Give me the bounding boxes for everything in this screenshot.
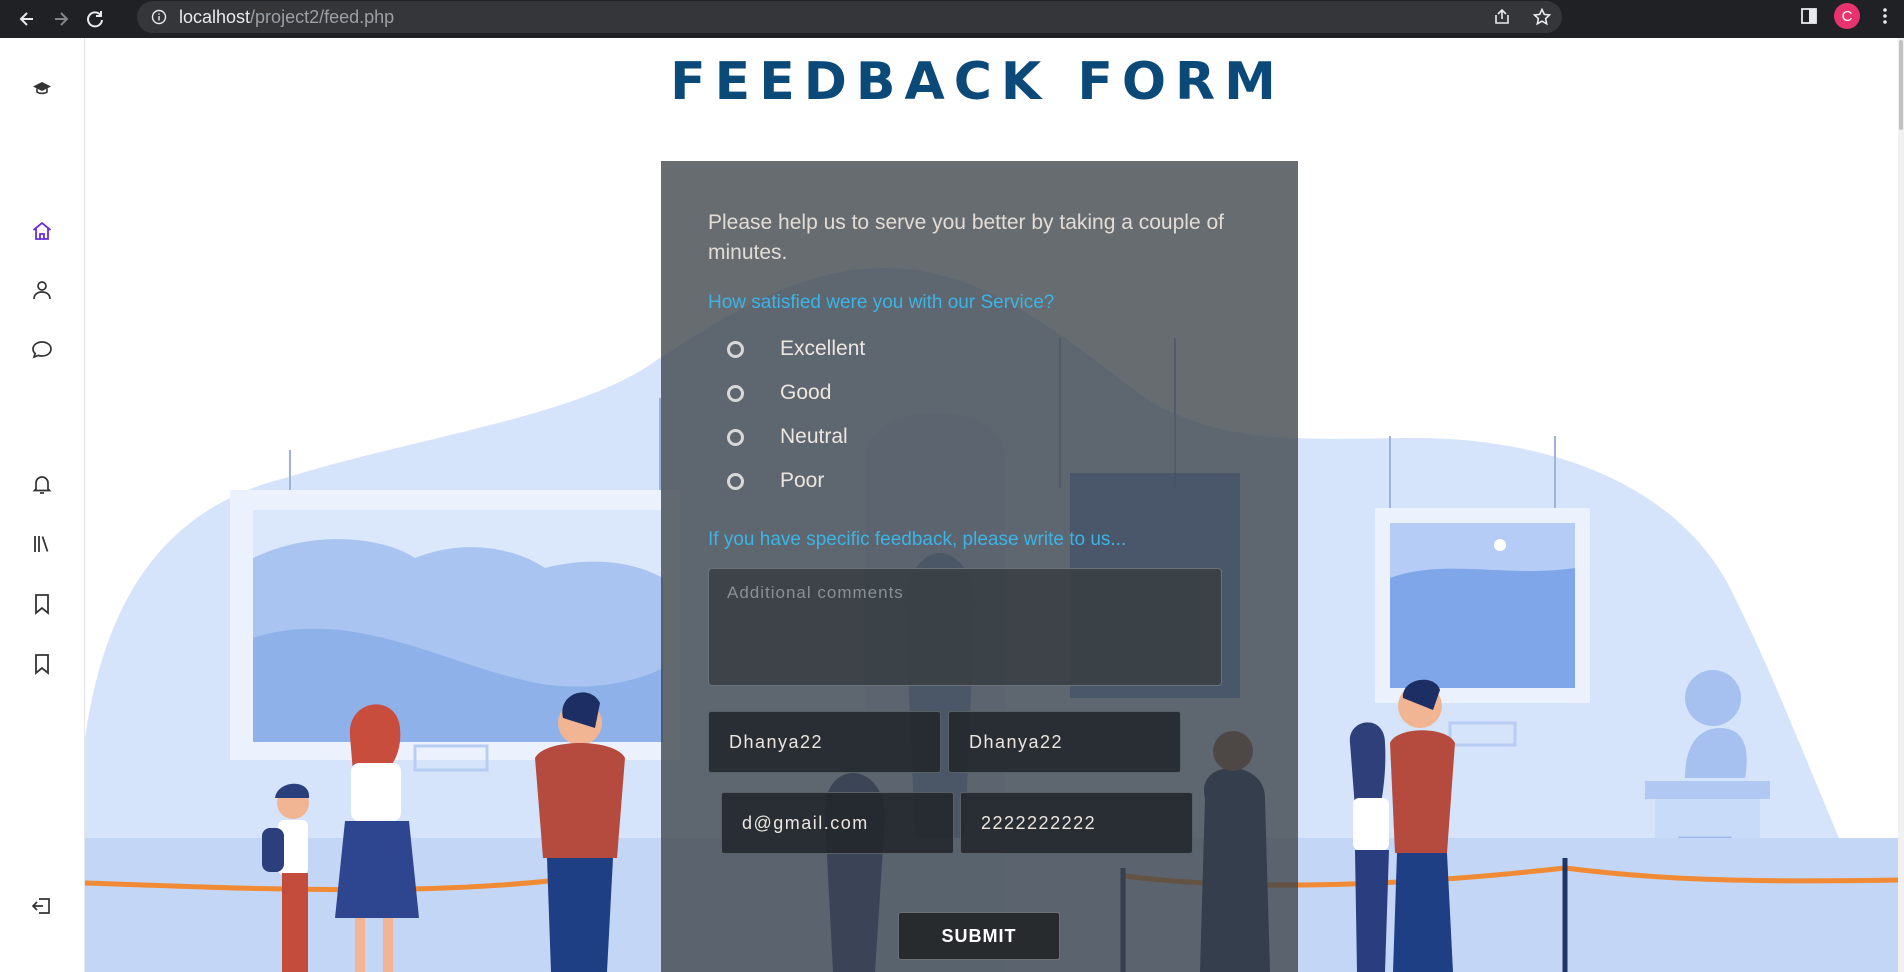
share-icon[interactable]	[1492, 7, 1512, 27]
arrow-right-icon	[55, 12, 69, 26]
home-icon	[32, 221, 52, 240]
info-icon[interactable]	[151, 9, 167, 25]
sidebar-item-saved[interactable]	[28, 650, 56, 678]
graduation-cap-icon	[33, 82, 51, 95]
sidebar-item-messages[interactable]	[28, 336, 56, 364]
url-host: localhost	[179, 6, 251, 27]
back-button[interactable]	[13, 5, 41, 33]
email-field[interactable]: d@gmail.com	[721, 792, 954, 854]
bookmark-icon	[35, 594, 49, 615]
radio-good[interactable]	[727, 384, 744, 402]
bell-icon	[32, 476, 52, 494]
option-label-poor: Poor	[780, 469, 825, 492]
bookmark-icon	[35, 654, 49, 675]
option-good[interactable]: Good	[727, 378, 831, 408]
phone-field[interactable]: 2222222222	[960, 792, 1193, 854]
page-scrollbar[interactable]	[1898, 38, 1904, 972]
user-icon	[33, 281, 51, 300]
forward-button[interactable]	[47, 5, 75, 33]
page-body: FEEDBACK FORM Please help us to serve yo…	[0, 38, 1904, 972]
logout-icon	[31, 898, 50, 914]
chat-icon	[32, 341, 52, 359]
url-text[interactable]: localhost/project2/feed.php	[179, 7, 394, 28]
option-label-excellent: Excellent	[780, 337, 866, 360]
reload-button[interactable]	[81, 5, 109, 33]
arrow-left-icon	[19, 12, 33, 26]
scrollbar-thumb[interactable]	[1899, 40, 1903, 130]
option-label-good: Good	[780, 381, 832, 404]
side-panel-icon[interactable]	[1799, 6, 1819, 26]
first-name-field[interactable]: Dhanya22	[708, 711, 941, 773]
star-icon[interactable]	[1532, 7, 1552, 27]
sidebar-item-notifications[interactable]	[28, 470, 56, 498]
radio-neutral[interactable]	[727, 428, 744, 446]
option-neutral[interactable]: Neutral	[727, 422, 848, 452]
sidebar	[0, 38, 85, 972]
page-title: FEEDBACK FORM	[670, 52, 1285, 112]
kebab-menu-icon[interactable]	[1875, 6, 1895, 26]
sidebar-item-library[interactable]	[28, 530, 56, 558]
option-label-neutral: Neutral	[780, 425, 848, 448]
option-excellent[interactable]: Excellent	[727, 334, 865, 364]
url-path: /project2/feed.php	[250, 6, 395, 27]
last-name-field[interactable]: Dhanya22	[948, 711, 1181, 773]
feedback-form: Please help us to serve you better by ta…	[661, 161, 1298, 972]
form-intro-text: Please help us to serve you better by ta…	[708, 211, 1224, 264]
sidebar-item-home[interactable]	[28, 217, 56, 245]
browser-toolbar: localhost/project2/feed.php C	[0, 0, 1904, 38]
reload-icon	[87, 11, 103, 28]
radio-excellent[interactable]	[727, 340, 744, 358]
specific-feedback-prompt: If you have specific feedback, please wr…	[708, 529, 1127, 550]
radio-poor[interactable]	[727, 472, 744, 490]
sidebar-item-logo[interactable]	[28, 74, 56, 102]
address-bar[interactable]: localhost/project2/feed.php	[137, 1, 1562, 33]
sidebar-item-logout[interactable]	[28, 892, 56, 920]
comments-textarea[interactable]: Additional comments	[708, 568, 1222, 686]
profile-avatar[interactable]: C	[1834, 3, 1860, 29]
sidebar-item-profile[interactable]	[28, 276, 56, 304]
sidebar-item-bookmarks[interactable]	[28, 590, 56, 618]
submit-button[interactable]: SUBMIT	[898, 912, 1060, 960]
satisfaction-question: How satisfied were you with our Service?	[708, 292, 1055, 313]
library-icon	[34, 536, 49, 552]
option-poor[interactable]: Poor	[727, 466, 824, 496]
